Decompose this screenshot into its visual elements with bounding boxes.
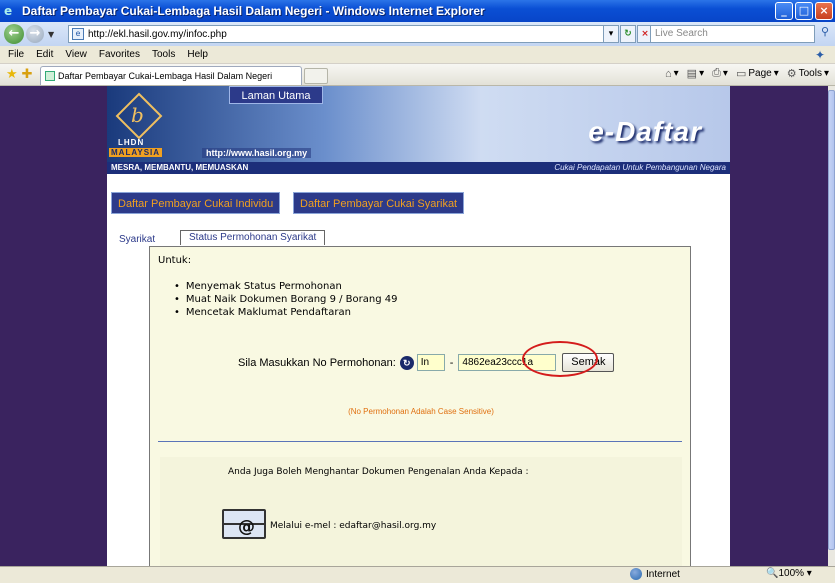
motto: MESRA, MEMBANTU, MEMUASKAN <box>111 163 249 172</box>
maximize-button[interactable]: □ <box>795 2 813 20</box>
tab-page-icon <box>45 71 55 81</box>
menu-edit[interactable]: Edit <box>36 49 53 60</box>
window-title: Daftar Pembayar Cukai-Lembaga Hasil Dala… <box>22 4 485 18</box>
dash-separator: - <box>449 356 454 369</box>
divider <box>158 441 682 442</box>
close-button[interactable]: × <box>815 2 833 20</box>
subtab-syarikat[interactable]: Syarikat <box>119 234 155 245</box>
page-icon: e <box>72 28 84 40</box>
list-item: Menyemak Status Permohonan <box>174 281 397 292</box>
prefix-field[interactable]: In <box>416 354 445 371</box>
logo-malaysia-text: MALAYSIA <box>109 148 163 157</box>
status-panel: Untuk: Menyemak Status Permohonan Muat N… <box>149 246 691 566</box>
print-button[interactable]: ⎙ ▾ <box>712 67 728 80</box>
menu-bar: File Edit View Favorites Tools Help ✦ <box>0 46 835 64</box>
window-titlebar: e Daftar Pembayar Cukai-Lembaga Hasil Da… <box>0 0 835 22</box>
menu-tools[interactable]: Tools <box>152 49 175 60</box>
case-sensitive-note: (No Permohonan Adalah Case Sensitive) <box>348 407 494 416</box>
vertical-scrollbar[interactable] <box>828 86 835 566</box>
form-label: Sila Masukkan No Permohonan: <box>238 356 396 369</box>
refresh-icon[interactable]: ↻ <box>620 25 636 43</box>
info-icon[interactable]: ↻ <box>399 355 414 370</box>
email-line[interactable]: Melalui e-mel : edaftar@hasil.org.my <box>270 521 436 531</box>
search-icon[interactable]: ⚲ <box>817 25 833 43</box>
history-dropdown-icon[interactable]: ▼ <box>48 30 54 39</box>
site-container: Laman Utama b LHDN MALAYSIA http://www.h… <box>107 86 730 566</box>
globe-icon <box>630 568 642 580</box>
home-link[interactable]: Laman Utama <box>229 86 323 104</box>
favorites-star-icon[interactable]: ★ <box>6 67 18 82</box>
subtab-status[interactable]: Status Permohonan Syarikat <box>180 230 326 245</box>
page-viewport: Laman Utama b LHDN MALAYSIA http://www.h… <box>0 86 828 566</box>
home-button[interactable]: ⌂ ▾ <box>665 68 679 80</box>
list-item: Muat Naik Dokumen Borang 9 / Borang 49 <box>174 294 398 305</box>
status-bar: Internet 🔍100% ▾ <box>0 566 835 583</box>
address-dropdown-icon[interactable]: ▾ <box>603 25 619 43</box>
ie-logo-icon: e <box>4 4 13 18</box>
logo-lhdn-text: LHDN <box>118 138 145 147</box>
menu-favorites[interactable]: Favorites <box>99 49 140 60</box>
tab-active[interactable]: Daftar Pembayar Cukai-Lembaga Hasil Dala… <box>40 66 302 85</box>
list-item: Mencetak Maklumat Pendaftaran <box>174 307 397 318</box>
contact-heading: Anda Juga Boleh Menghantar Dokumen Penge… <box>228 467 529 477</box>
email-icon: @ <box>222 509 266 539</box>
panel-intro: Untuk: <box>158 255 192 266</box>
tab-bar: ★ ✚ Daftar Pembayar Cukai-Lembaga Hasil … <box>0 64 835 86</box>
nav-syarikat[interactable]: Daftar Pembayar Cukai Syarikat <box>293 192 465 214</box>
purpose-list: Menyemak Status Permohonan Muat Naik Dok… <box>174 281 398 320</box>
add-favorite-icon[interactable]: ✚ <box>22 67 33 82</box>
tools-menu-button[interactable]: ⚙ Tools ▾ <box>787 67 829 80</box>
address-url[interactable]: http://ekl.hasil.gov.my/infoc.php <box>88 29 227 40</box>
security-zone[interactable]: Internet <box>630 568 680 580</box>
tab-title: Daftar Pembayar Cukai-Lembaga Hasil Dala… <box>58 71 273 81</box>
brand-title: e-Daftar <box>588 116 702 147</box>
banner-url: http://www.hasil.org.my <box>202 148 312 158</box>
new-tab-button[interactable] <box>304 68 328 84</box>
menu-file[interactable]: File <box>8 49 24 60</box>
page-menu-button[interactable]: ▭ Page ▾ <box>736 67 779 80</box>
zoom-level[interactable]: 🔍100% ▾ <box>766 568 812 579</box>
site-banner: Laman Utama b LHDN MALAYSIA http://www.h… <box>107 86 730 174</box>
address-toolbar: ← → ▼ e http://ekl.hasil.gov.my/infoc.ph… <box>0 22 835 46</box>
nav-individu[interactable]: Daftar Pembayar Cukai Individu <box>111 192 281 214</box>
menu-view[interactable]: View <box>65 49 87 60</box>
highlight-ellipse <box>522 341 598 377</box>
contact-section: Anda Juga Boleh Menghantar Dokumen Penge… <box>160 457 682 566</box>
back-button[interactable]: ← <box>4 24 24 44</box>
address-bar[interactable]: e http://ekl.hasil.gov.my/infoc.php <box>68 25 604 43</box>
menu-help[interactable]: Help <box>187 49 208 60</box>
minimize-button[interactable]: _ <box>775 2 793 20</box>
toolbar-extra-icon[interactable]: ✦ <box>815 48 825 62</box>
forward-button[interactable]: → <box>26 25 44 43</box>
feeds-button[interactable]: ▤ ▾ <box>687 67 704 80</box>
svg-text:b: b <box>131 103 144 127</box>
tagline: Cukai Pendapatan Untuk Pembangunan Negar… <box>554 163 726 172</box>
search-input[interactable]: Live Search <box>650 25 815 43</box>
